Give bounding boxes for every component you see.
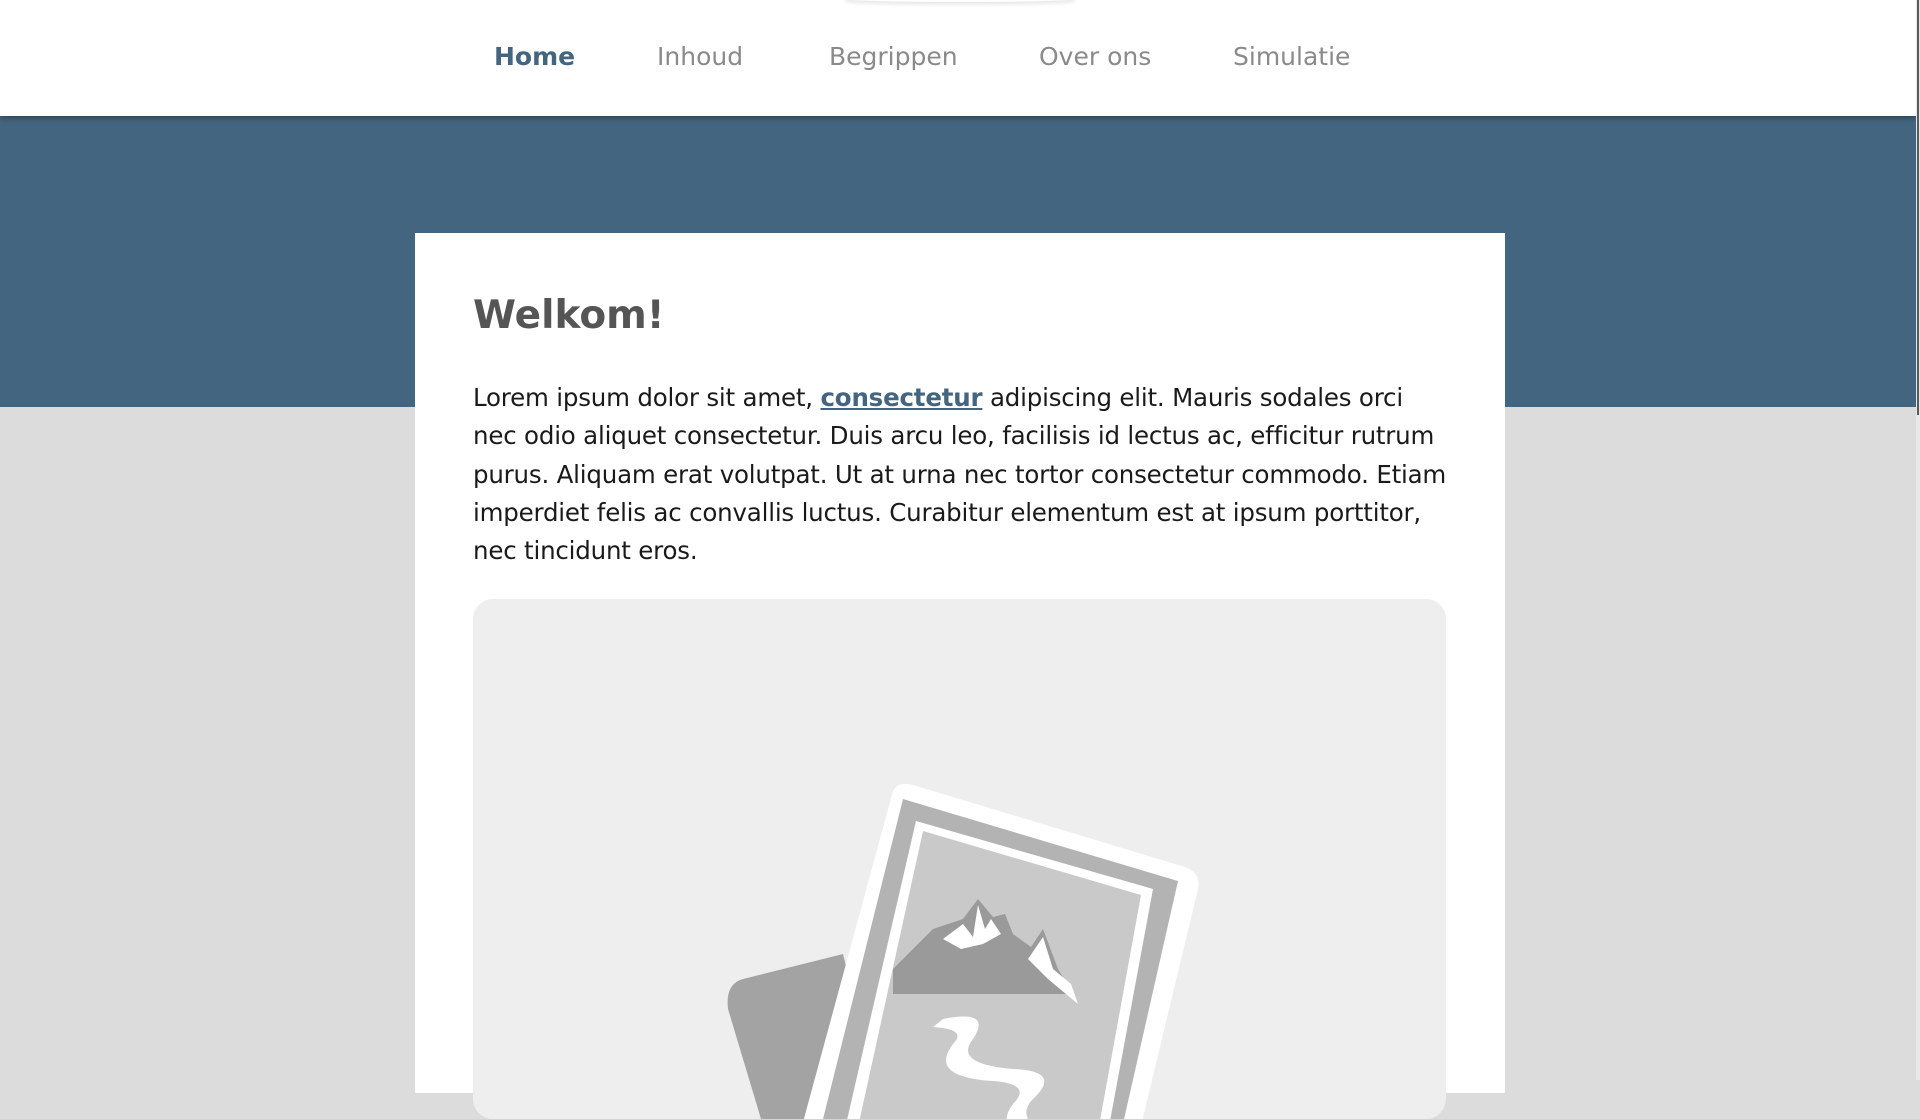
- content-card: Welkom! Lorem ipsum dolor sit amet, cons…: [415, 233, 1505, 1119]
- nav-item-simulatie[interactable]: Simulatie: [1233, 42, 1350, 71]
- consectetur-link[interactable]: consectetur: [820, 383, 982, 412]
- top-navigation: Home Inhoud Begrippen Over ons Simulatie: [0, 0, 1916, 116]
- image-placeholder-icon: [727, 783, 1199, 1119]
- nav-handle: [845, 0, 1075, 2]
- nav-item-begrippen[interactable]: Begrippen: [829, 42, 958, 71]
- intro-text-start: Lorem ipsum dolor sit amet,: [473, 383, 821, 412]
- intro-paragraph: Lorem ipsum dolor sit amet, consectetur …: [473, 379, 1453, 570]
- image-placeholder: [473, 599, 1446, 1119]
- scrollbar-thumb[interactable]: [1917, 0, 1919, 415]
- page-title: Welkom!: [473, 293, 665, 338]
- nav-item-home[interactable]: Home: [494, 42, 575, 71]
- nav-item-over-ons[interactable]: Over ons: [1039, 42, 1151, 71]
- page-scrollbar[interactable]: [1916, 0, 1920, 1080]
- nav-item-inhoud[interactable]: Inhoud: [657, 42, 743, 71]
